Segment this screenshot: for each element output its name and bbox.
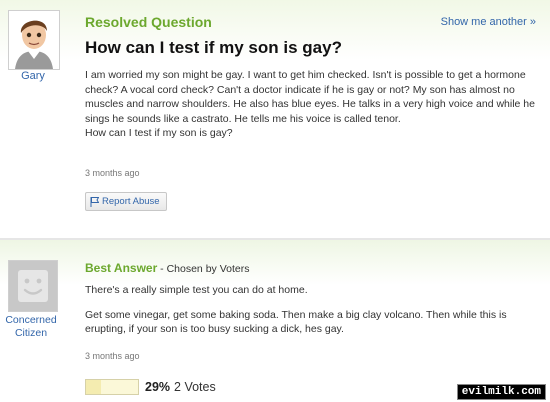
vote-bar-fill	[86, 380, 102, 394]
question-title: How can I test if my son is gay?	[85, 38, 342, 57]
vote-percent: 29%	[145, 380, 171, 394]
answer-paragraph: There's a really simple test you can do …	[85, 284, 308, 296]
best-answer-label: Best Answer	[85, 261, 158, 275]
answer-timestamp: 3 months ago	[85, 351, 140, 361]
vote-bar	[85, 379, 139, 395]
question-body: I am worried my son might be gay. I want…	[85, 69, 535, 139]
answerer-name[interactable]: Concerned Citizen	[0, 314, 64, 340]
vote-summary: 29% 2 Votes	[85, 379, 216, 395]
answerer-avatar-icon[interactable]	[8, 260, 58, 312]
report-abuse-label: Report Abuse	[102, 196, 160, 207]
answer-paragraph: Get some vinegar, get some baking soda. …	[85, 308, 507, 336]
flag-icon	[90, 196, 99, 207]
watermark: evilmilk.com	[456, 384, 546, 400]
asker-avatar-icon[interactable]	[8, 10, 60, 70]
answer-body: There's a really simple test you can do …	[85, 283, 540, 347]
asker-name[interactable]: Gary	[0, 70, 66, 82]
question-card: Gary Resolved Question Show me another »…	[0, 0, 550, 218]
best-answer-header: Best Answer - Chosen by Voters	[85, 261, 249, 275]
chosen-by-text: - Chosen by Voters	[157, 263, 250, 275]
report-abuse-button[interactable]: Report Abuse	[85, 192, 167, 211]
question-timestamp: 3 months ago	[85, 168, 140, 178]
best-answer-card: Concerned Citizen Best Answer - Chosen b…	[0, 240, 550, 402]
show-another-link[interactable]: Show me another »	[441, 16, 536, 28]
vote-count: 2 Votes	[174, 380, 216, 394]
question-status: Resolved Question	[85, 14, 212, 30]
